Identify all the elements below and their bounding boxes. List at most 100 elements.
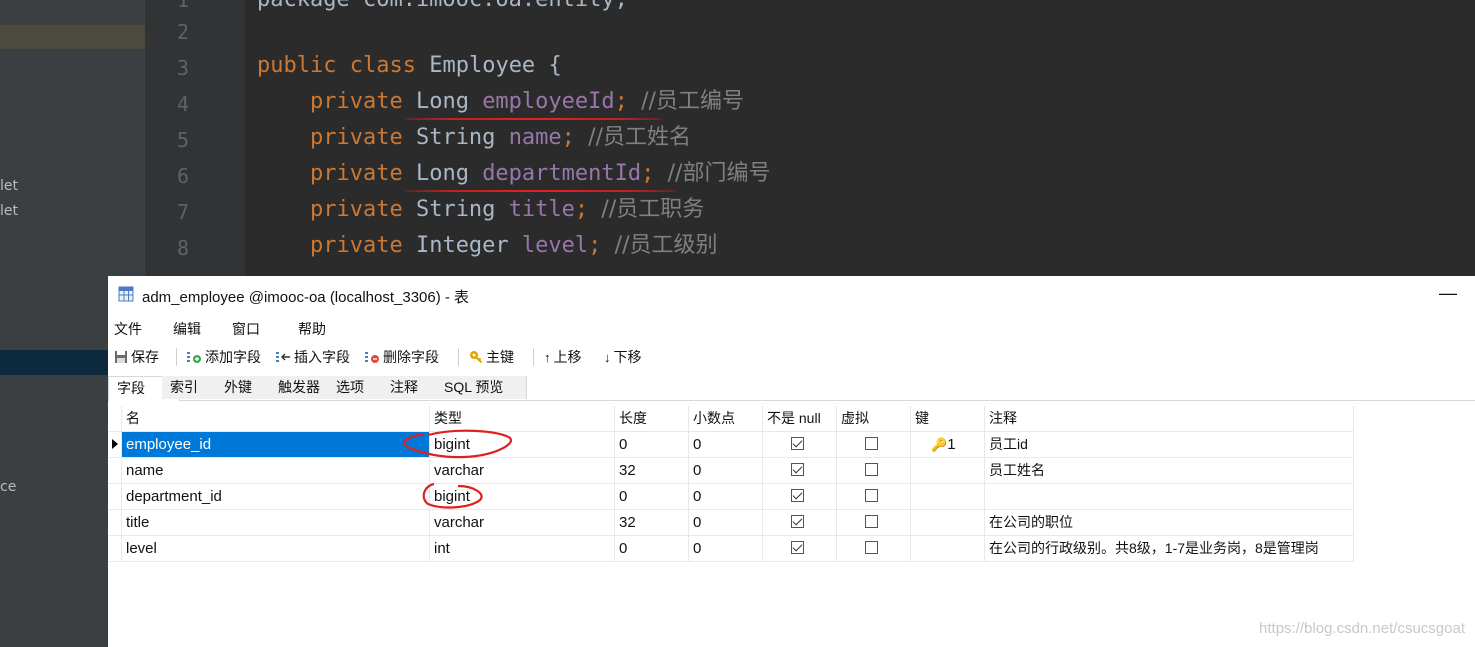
insert-field-button[interactable]: 插入字段 [275, 347, 350, 367]
not-null-checkbox[interactable] [791, 489, 804, 502]
row-marker [108, 510, 122, 535]
code-line-field[interactable]: private String title; //员工职务 [257, 192, 704, 228]
field-name-cell[interactable]: department_id [122, 484, 430, 509]
field-key-cell[interactable] [911, 484, 985, 509]
row-marker [108, 432, 122, 457]
keyword: public [257, 53, 337, 78]
header-decimals[interactable]: 小数点 [689, 406, 763, 431]
virtual-checkbox[interactable] [865, 463, 878, 476]
table-row[interactable]: employee_id bigint 0 0 🔑1 员工id [108, 432, 1354, 458]
field-length-cell[interactable]: 32 [615, 510, 689, 535]
header-comment[interactable]: 注释 [985, 406, 1354, 431]
field-comment-cell[interactable]: 员工id [985, 432, 1354, 457]
virtual-checkbox[interactable] [865, 541, 878, 554]
line-number: 4 [176, 92, 189, 116]
field-name: employeeId [482, 89, 615, 114]
delete-field-button[interactable]: 删除字段 [364, 347, 439, 367]
field-decimals-cell[interactable]: 0 [689, 484, 763, 509]
virtual-checkbox[interactable] [865, 515, 878, 528]
minimize-button[interactable]: — [1439, 283, 1457, 304]
tab-sql-preview[interactable]: SQL 预览 [436, 376, 527, 399]
semicolon: ; [588, 233, 602, 258]
primary-key-button[interactable]: 主键 [469, 347, 514, 367]
field-name-cell[interactable]: employee_id [122, 432, 430, 457]
move-up-label: 上移 [553, 349, 582, 365]
not-null-checkbox[interactable] [791, 437, 804, 450]
code-line-class[interactable]: public class Employee { [257, 48, 562, 84]
window-titlebar[interactable]: adm_employee @imooc-oa (localhost_3306) … [108, 276, 1475, 314]
add-field-label: 添加字段 [205, 349, 261, 365]
line-number: 8 [176, 236, 189, 260]
sidebar-item-fragment[interactable]: let [0, 203, 18, 219]
field-comment-cell[interactable]: 在公司的行政级别。共8级，1-7是业务岗，8是管理岗 [985, 536, 1354, 561]
field-name-cell[interactable]: title [122, 510, 430, 535]
move-down-label: 下移 [613, 349, 642, 365]
type-name: String [415, 197, 496, 222]
field-length-cell[interactable]: 0 [615, 484, 689, 509]
sidebar-item-fragment[interactable]: let [0, 178, 18, 194]
field-comment-cell[interactable]: 员工姓名 [985, 458, 1354, 483]
code-comment: //员工级别 [614, 233, 718, 258]
sidebar-item-fragment[interactable]: ce [0, 479, 16, 495]
field-decimals-cell[interactable]: 0 [689, 536, 763, 561]
not-null-checkbox[interactable] [791, 463, 804, 476]
delete-field-label: 删除字段 [383, 349, 439, 365]
field-name-cell[interactable]: level [122, 536, 430, 561]
table-row[interactable]: department_id bigint 0 0 [108, 484, 1354, 510]
header-not-null[interactable]: 不是 null [763, 406, 837, 431]
insert-field-label: 插入字段 [294, 349, 350, 365]
field-name-cell[interactable]: name [122, 458, 430, 483]
menu-file[interactable]: 文件 [114, 319, 142, 339]
delete-field-icon [365, 352, 379, 363]
toolbar: 保存 添加字段 插入字段 删除字段 主键 ↑ 上移 ↓ 下移 [108, 342, 1475, 372]
menu-window[interactable]: 窗口 [232, 319, 260, 339]
move-down-button[interactable]: ↓ 下移 [604, 347, 642, 367]
field-comment-cell[interactable]: 在公司的职位 [985, 510, 1354, 535]
field-length-cell[interactable]: 0 [615, 432, 689, 457]
code-line-field[interactable]: private Integer level; //员工级别 [257, 228, 718, 264]
field-decimals-cell[interactable]: 0 [689, 458, 763, 483]
field-decimals-cell[interactable]: 0 [689, 432, 763, 457]
field-comment-cell[interactable] [985, 484, 1354, 509]
save-button[interactable]: 保存 [114, 347, 159, 367]
field-length-cell[interactable]: 0 [615, 536, 689, 561]
type-name: String [415, 125, 496, 150]
table-row[interactable]: level int 0 0 在公司的行政级别。共8级，1-7是业务岗，8是管理岗 [108, 536, 1354, 562]
row-marker [108, 458, 122, 483]
keyword: private [309, 233, 403, 258]
virtual-checkbox[interactable] [865, 437, 878, 450]
table-row[interactable]: title varchar 32 0 在公司的职位 [108, 510, 1354, 536]
line-number: 6 [176, 164, 189, 188]
virtual-checkbox[interactable] [865, 489, 878, 502]
field-key-cell[interactable] [911, 458, 985, 483]
header-length[interactable]: 长度 [615, 406, 689, 431]
not-null-cell [763, 432, 837, 457]
field-type-cell[interactable]: int [430, 536, 615, 561]
header-key[interactable]: 键 [911, 406, 985, 431]
table-row[interactable]: name varchar 32 0 员工姓名 [108, 458, 1354, 484]
code-line-field[interactable]: private Long departmentId; //部门编号 [257, 156, 770, 192]
code-comment: //员工编号 [641, 89, 744, 114]
virtual-cell [837, 458, 911, 483]
header-virtual[interactable]: 虚拟 [837, 406, 911, 431]
code-comment: //部门编号 [667, 161, 771, 186]
field-key-cell[interactable] [911, 510, 985, 535]
virtual-cell [837, 510, 911, 535]
field-key-cell[interactable]: 🔑1 [911, 432, 985, 457]
header-name[interactable]: 名 [122, 406, 430, 431]
move-up-button[interactable]: ↑ 上移 [544, 347, 582, 367]
not-null-checkbox[interactable] [791, 515, 804, 528]
add-field-button[interactable]: 添加字段 [186, 347, 261, 367]
not-null-cell [763, 484, 837, 509]
menu-edit[interactable]: 编辑 [173, 319, 201, 339]
save-label: 保存 [131, 349, 159, 365]
menu-help[interactable]: 帮助 [298, 319, 326, 339]
field-decimals-cell[interactable]: 0 [689, 510, 763, 535]
code-line-field[interactable]: private Long employeeId; //员工编号 [257, 84, 744, 120]
not-null-checkbox[interactable] [791, 541, 804, 554]
field-length-cell[interactable]: 32 [615, 458, 689, 483]
grid-header: 名 类型 长度 小数点 不是 null 虚拟 键 注释 [108, 406, 1354, 432]
code-line-field[interactable]: private String name; //员工姓名 [257, 120, 691, 156]
code-line-package[interactable]: package com.imooc.oa.entity; [257, 0, 628, 18]
field-key-cell[interactable] [911, 536, 985, 561]
